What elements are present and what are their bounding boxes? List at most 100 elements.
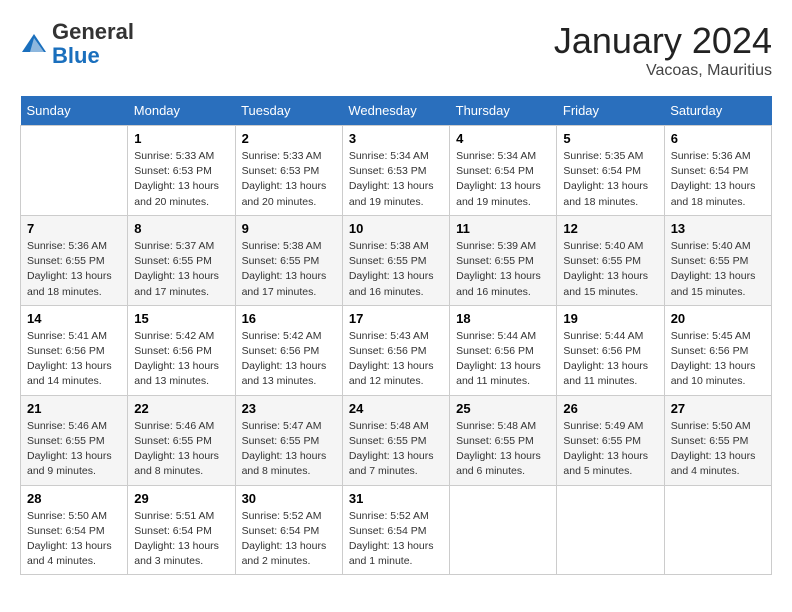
calendar-cell: 24 Sunrise: 5:48 AMSunset: 6:55 PMDayligh… (342, 395, 449, 485)
month-title: January 2024 (554, 20, 772, 62)
calendar-cell: 3 Sunrise: 5:34 AMSunset: 6:53 PMDaylight… (342, 126, 449, 216)
calendar-cell: 15 Sunrise: 5:42 AMSunset: 6:56 PMDayligh… (128, 305, 235, 395)
calendar-week-row: 28 Sunrise: 5:50 AMSunset: 6:54 PMDayligh… (21, 485, 772, 575)
logo-general-text: General (52, 19, 134, 44)
day-number: 24 (349, 401, 443, 416)
calendar-week-row: 14Sunrise: 5:41 AMSunset: 6:56 PMDayligh… (21, 305, 772, 395)
calendar-day-header: Friday (557, 96, 664, 126)
calendar-week-row: 1Sunrise: 5:33 AMSunset: 6:53 PMDaylight… (21, 126, 772, 216)
calendar-cell (557, 485, 664, 575)
calendar-cell: 21Sunrise: 5:46 AMSunset: 6:55 PMDayligh… (21, 395, 128, 485)
logo-icon (20, 30, 48, 58)
day-number: 26 (563, 401, 657, 416)
calendar-cell: 16Sunrise: 5:42 AMSunset: 6:56 PMDayligh… (235, 305, 342, 395)
cell-info: Sunrise: 5:33 AMSunset: 6:53 PMDaylight:… (134, 149, 228, 210)
day-number: 6 (671, 131, 765, 146)
day-number: 23 (242, 401, 336, 416)
calendar-cell: 6 Sunrise: 5:36 AMSunset: 6:54 PMDaylight… (664, 126, 771, 216)
cell-info: Sunrise: 5:36 AMSunset: 6:54 PMDaylight:… (671, 149, 765, 210)
calendar-cell: 9 Sunrise: 5:38 AMSunset: 6:55 PMDaylight… (235, 215, 342, 305)
calendar-cell: 13Sunrise: 5:40 AMSunset: 6:55 PMDayligh… (664, 215, 771, 305)
day-number: 3 (349, 131, 443, 146)
calendar-cell: 19Sunrise: 5:44 AMSunset: 6:56 PMDayligh… (557, 305, 664, 395)
calendar-week-row: 7 Sunrise: 5:36 AMSunset: 6:55 PMDaylight… (21, 215, 772, 305)
day-number: 31 (349, 491, 443, 506)
calendar-cell: 2 Sunrise: 5:33 AMSunset: 6:53 PMDaylight… (235, 126, 342, 216)
day-number: 18 (456, 311, 550, 326)
cell-info: Sunrise: 5:52 AMSunset: 6:54 PMDaylight:… (242, 509, 336, 570)
cell-info: Sunrise: 5:43 AMSunset: 6:56 PMDaylight:… (349, 329, 443, 390)
calendar-cell: 28 Sunrise: 5:50 AMSunset: 6:54 PMDayligh… (21, 485, 128, 575)
cell-info: Sunrise: 5:46 AMSunset: 6:55 PMDaylight:… (27, 419, 121, 480)
calendar-day-header: Saturday (664, 96, 771, 126)
day-number: 17 (349, 311, 443, 326)
day-number: 2 (242, 131, 336, 146)
calendar-cell (664, 485, 771, 575)
cell-info: Sunrise: 5:38 AMSunset: 6:55 PMDaylight:… (242, 239, 336, 300)
title-block: January 2024 Vacoas, Mauritius (554, 20, 772, 80)
location: Vacoas, Mauritius (554, 62, 772, 80)
day-number: 15 (134, 311, 228, 326)
calendar-cell: 10 Sunrise: 5:38 AMSunset: 6:55 PMDayligh… (342, 215, 449, 305)
cell-info: Sunrise: 5:37 AMSunset: 6:55 PMDaylight:… (134, 239, 228, 300)
cell-info: Sunrise: 5:35 AMSunset: 6:54 PMDaylight:… (563, 149, 657, 210)
day-number: 8 (134, 221, 228, 236)
day-number: 11 (456, 221, 550, 236)
cell-info: Sunrise: 5:45 AMSunset: 6:56 PMDaylight:… (671, 329, 765, 390)
day-number: 10 (349, 221, 443, 236)
cell-info: Sunrise: 5:38 AMSunset: 6:55 PMDaylight:… (349, 239, 443, 300)
cell-info: Sunrise: 5:50 AMSunset: 6:55 PMDaylight:… (671, 419, 765, 480)
cell-info: Sunrise: 5:40 AMSunset: 6:55 PMDaylight:… (563, 239, 657, 300)
calendar-cell: 11 Sunrise: 5:39 AMSunset: 6:55 PMDayligh… (450, 215, 557, 305)
calendar-cell: 14Sunrise: 5:41 AMSunset: 6:56 PMDayligh… (21, 305, 128, 395)
day-number: 29 (134, 491, 228, 506)
day-number: 12 (563, 221, 657, 236)
day-number: 19 (563, 311, 657, 326)
calendar-cell: 20Sunrise: 5:45 AMSunset: 6:56 PMDayligh… (664, 305, 771, 395)
calendar-header-row: SundayMondayTuesdayWednesdayThursdayFrid… (21, 96, 772, 126)
calendar-day-header: Monday (128, 96, 235, 126)
day-number: 7 (27, 221, 121, 236)
calendar-cell: 18 Sunrise: 5:44 AMSunset: 6:56 PMDayligh… (450, 305, 557, 395)
logo-blue-text: Blue (52, 43, 100, 68)
cell-info: Sunrise: 5:34 AMSunset: 6:54 PMDaylight:… (456, 149, 550, 210)
cell-info: Sunrise: 5:36 AMSunset: 6:55 PMDaylight:… (27, 239, 121, 300)
calendar-cell: 30 Sunrise: 5:52 AMSunset: 6:54 PMDayligh… (235, 485, 342, 575)
calendar-cell: 27Sunrise: 5:50 AMSunset: 6:55 PMDayligh… (664, 395, 771, 485)
calendar-day-header: Wednesday (342, 96, 449, 126)
cell-info: Sunrise: 5:40 AMSunset: 6:55 PMDaylight:… (671, 239, 765, 300)
cell-info: Sunrise: 5:51 AMSunset: 6:54 PMDaylight:… (134, 509, 228, 570)
day-number: 5 (563, 131, 657, 146)
cell-info: Sunrise: 5:46 AMSunset: 6:55 PMDaylight:… (134, 419, 228, 480)
cell-info: Sunrise: 5:48 AMSunset: 6:55 PMDaylight:… (349, 419, 443, 480)
calendar-cell: 17 Sunrise: 5:43 AMSunset: 6:56 PMDayligh… (342, 305, 449, 395)
day-number: 25 (456, 401, 550, 416)
calendar-cell: 12 Sunrise: 5:40 AMSunset: 6:55 PMDayligh… (557, 215, 664, 305)
cell-info: Sunrise: 5:47 AMSunset: 6:55 PMDaylight:… (242, 419, 336, 480)
calendar-day-header: Sunday (21, 96, 128, 126)
cell-info: Sunrise: 5:41 AMSunset: 6:56 PMDaylight:… (27, 329, 121, 390)
day-number: 9 (242, 221, 336, 236)
calendar-cell: 31 Sunrise: 5:52 AMSunset: 6:54 PMDayligh… (342, 485, 449, 575)
calendar-cell: 26 Sunrise: 5:49 AMSunset: 6:55 PMDayligh… (557, 395, 664, 485)
calendar-cell (21, 126, 128, 216)
calendar-day-header: Tuesday (235, 96, 342, 126)
cell-info: Sunrise: 5:34 AMSunset: 6:53 PMDaylight:… (349, 149, 443, 210)
logo: General Blue (20, 20, 134, 68)
page-header: General Blue January 2024 Vacoas, Maurit… (20, 20, 772, 80)
cell-info: Sunrise: 5:42 AMSunset: 6:56 PMDaylight:… (134, 329, 228, 390)
cell-info: Sunrise: 5:39 AMSunset: 6:55 PMDaylight:… (456, 239, 550, 300)
calendar-cell: 4Sunrise: 5:34 AMSunset: 6:54 PMDaylight… (450, 126, 557, 216)
calendar-cell: 23 Sunrise: 5:47 AMSunset: 6:55 PMDayligh… (235, 395, 342, 485)
calendar-cell: 1Sunrise: 5:33 AMSunset: 6:53 PMDaylight… (128, 126, 235, 216)
day-number: 28 (27, 491, 121, 506)
cell-info: Sunrise: 5:33 AMSunset: 6:53 PMDaylight:… (242, 149, 336, 210)
calendar-cell: 25Sunrise: 5:48 AMSunset: 6:55 PMDayligh… (450, 395, 557, 485)
cell-info: Sunrise: 5:49 AMSunset: 6:55 PMDaylight:… (563, 419, 657, 480)
calendar-cell (450, 485, 557, 575)
cell-info: Sunrise: 5:44 AMSunset: 6:56 PMDaylight:… (456, 329, 550, 390)
cell-info: Sunrise: 5:52 AMSunset: 6:54 PMDaylight:… (349, 509, 443, 570)
calendar-cell: 7 Sunrise: 5:36 AMSunset: 6:55 PMDaylight… (21, 215, 128, 305)
cell-info: Sunrise: 5:50 AMSunset: 6:54 PMDaylight:… (27, 509, 121, 570)
day-number: 30 (242, 491, 336, 506)
